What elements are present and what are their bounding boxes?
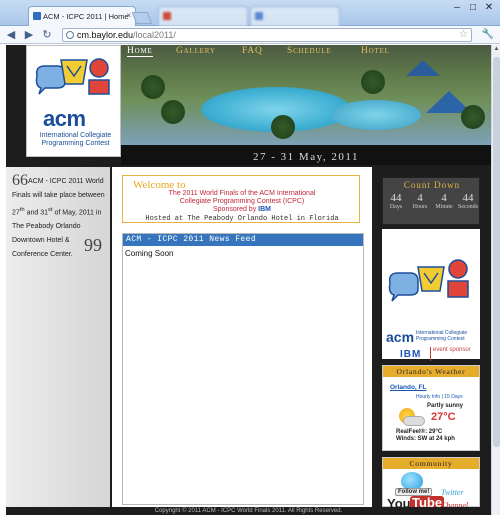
acm-wordmark: acm xyxy=(43,106,86,131)
acm-bubbles-icon xyxy=(388,259,469,302)
bookmark-star-icon[interactable]: ☆ xyxy=(459,29,468,41)
hero-pool-image xyxy=(121,45,491,145)
open-quote-mark: 66 xyxy=(12,172,28,189)
weather-temperature: 27°C xyxy=(431,411,456,423)
acm-wordmark: acm xyxy=(386,329,415,345)
news-feed-title: ACM - ICPC 2011 News Feed xyxy=(123,234,363,246)
welcome-box: Welcome to The 2011 World Finals of the … xyxy=(122,175,360,223)
weather-widget: Orlando's Weather Orlando, FL Hourly Inf… xyxy=(382,365,480,451)
countdown-hours: 4 Hours xyxy=(408,192,432,210)
palm-tree-shape xyxy=(271,115,295,139)
main-nav: Home Gallery FAQ Schedule Hotel xyxy=(121,45,491,59)
wrench-menu-icon[interactable]: 🔧 xyxy=(481,28,495,42)
nav-home[interactable]: Home xyxy=(127,46,153,57)
forward-button[interactable]: ▶ xyxy=(22,28,36,42)
minimize-button[interactable]: – xyxy=(450,2,464,13)
countdown-value: 4 xyxy=(417,192,423,204)
countdown-unit: Days xyxy=(389,204,403,210)
weather-wind: Winds: SW at 24 kph xyxy=(396,436,455,442)
scroll-up-arrow-icon[interactable]: ▲ xyxy=(492,45,500,54)
sponsored-by-label: Sponsored by xyxy=(213,206,257,213)
countdown-widget: Count Down 44 Days 4 Hours 4 Minute 44 S… xyxy=(382,177,480,225)
close-quote-mark: 99 xyxy=(84,235,102,255)
globe-icon xyxy=(66,31,74,39)
pool-shape xyxy=(331,100,421,130)
favicon-icon xyxy=(163,12,171,20)
welcome-line-3: Sponsored by IBM xyxy=(127,206,357,213)
quote-text-2: and 31 xyxy=(24,209,49,217)
palm-tree-shape xyxy=(361,70,385,94)
welcome-line-4: Hosted at The Peabody Orlando Hotel in F… xyxy=(145,215,339,223)
nav-schedule[interactable]: Schedule xyxy=(287,46,331,56)
ibm-inline-link[interactable]: IBM xyxy=(258,206,271,213)
weather-links[interactable]: Hourly Info | 15 Days xyxy=(416,394,463,400)
browser-title-bar: ACM - ICPC 2011 | Home × – □ ✕ xyxy=(0,0,500,26)
acm-subtitle: International Collegiate Programming Con… xyxy=(39,132,112,147)
weather-condition: Partly sunny xyxy=(427,403,464,409)
news-feed-body: Coming Soon xyxy=(125,249,174,258)
browser-toolbar: ◀ ▶ ↻ cm.baylor.edu/local2011/ ☆ 🔧 xyxy=(0,26,500,44)
countdown-unit: Seconds xyxy=(458,204,478,210)
nav-gallery[interactable]: Gallery xyxy=(176,46,216,56)
browser-tab-active[interactable]: ACM - ICPC 2011 | Home × xyxy=(28,6,136,26)
welcome-line-2: Collegiate Programming Contest (ICPC) xyxy=(179,198,305,205)
browser-tab-blurred[interactable] xyxy=(250,6,340,26)
countdown-minutes: 4 Minute xyxy=(432,192,456,210)
weather-realfeel: RealFeel®: 29°C xyxy=(396,429,443,435)
scrollbar-thumb[interactable] xyxy=(493,57,500,447)
weather-title: Orlando's Weather xyxy=(383,366,479,377)
web-page: acm International Collegiate Programming… xyxy=(6,45,491,515)
vertical-scrollbar[interactable]: ▲ xyxy=(491,45,500,515)
maximize-button[interactable]: □ xyxy=(466,2,480,13)
countdown-seconds: 44 Seconds xyxy=(456,192,480,210)
roof-shape xyxy=(406,60,440,76)
countdown-value: 4 xyxy=(441,192,447,204)
palm-tree-shape xyxy=(461,105,485,129)
window-close-button[interactable]: ✕ xyxy=(482,2,496,13)
cloud-icon xyxy=(403,416,425,426)
url-path: /local2011/ xyxy=(133,30,176,40)
address-bar[interactable]: cm.baylor.edu/local2011/ ☆ xyxy=(62,28,472,42)
ibm-logo[interactable]: IBM xyxy=(400,349,421,360)
nav-hotel[interactable]: Hotel xyxy=(361,46,390,56)
left-sidebar: 66ACM - ICPC 2011 World Finals will take… xyxy=(6,167,110,507)
countdown-days: 44 Days xyxy=(384,192,408,210)
browser-tab-blurred[interactable] xyxy=(158,6,248,26)
url-host: cm.baylor.edu xyxy=(77,30,134,40)
tab-close-icon[interactable]: × xyxy=(126,11,131,20)
favicon-icon xyxy=(255,12,263,20)
countdown-unit: Hours xyxy=(412,204,428,210)
acm-logo[interactable]: acm International Collegiate Programming… xyxy=(26,45,121,157)
new-tab-button[interactable] xyxy=(131,12,153,24)
nav-faq[interactable]: FAQ xyxy=(242,46,263,56)
tab-title: ACM - ICPC 2011 | Home xyxy=(43,12,129,21)
right-sidebar: Count Down 44 Days 4 Hours 4 Minute 44 S… xyxy=(382,167,482,511)
sponsor-divider xyxy=(430,347,431,361)
event-sponsor-label: event sponsor xyxy=(433,347,471,353)
acm-subtitle: International Collegiate Programming Con… xyxy=(416,330,468,342)
acm-bubbles-icon xyxy=(35,58,110,95)
community-title: Community xyxy=(383,458,479,469)
palm-tree-shape xyxy=(161,100,185,124)
countdown-value: 44 xyxy=(462,192,474,204)
community-widget: Community Follow me! Twitter You Tube Ch… xyxy=(382,457,480,511)
welcome-line-1: The 2011 World Finals of the ACM Interna… xyxy=(168,190,316,197)
palm-tree-shape xyxy=(141,75,165,99)
favicon-icon xyxy=(33,12,41,20)
weather-city-link[interactable]: Orlando, FL xyxy=(390,384,426,391)
page-footer: Copyright © 2011 ACM - ICPC World Finals… xyxy=(6,507,491,515)
main-content: Welcome to The 2011 World Finals of the … xyxy=(112,167,372,507)
countdown-title: Count Down xyxy=(403,180,461,190)
reload-button[interactable]: ↻ xyxy=(40,28,54,42)
sponsor-logo-box[interactable]: acm International Collegiate Programming… xyxy=(382,229,480,361)
event-date-bar: 27 - 31 May, 2011 xyxy=(121,145,491,165)
news-feed: ACM - ICPC 2011 News Feed Coming Soon xyxy=(122,233,364,505)
back-button[interactable]: ◀ xyxy=(4,28,18,42)
countdown-value: 44 xyxy=(390,192,402,204)
twitter-link[interactable]: Twitter xyxy=(441,488,464,497)
countdown-unit: Minute xyxy=(435,204,453,210)
